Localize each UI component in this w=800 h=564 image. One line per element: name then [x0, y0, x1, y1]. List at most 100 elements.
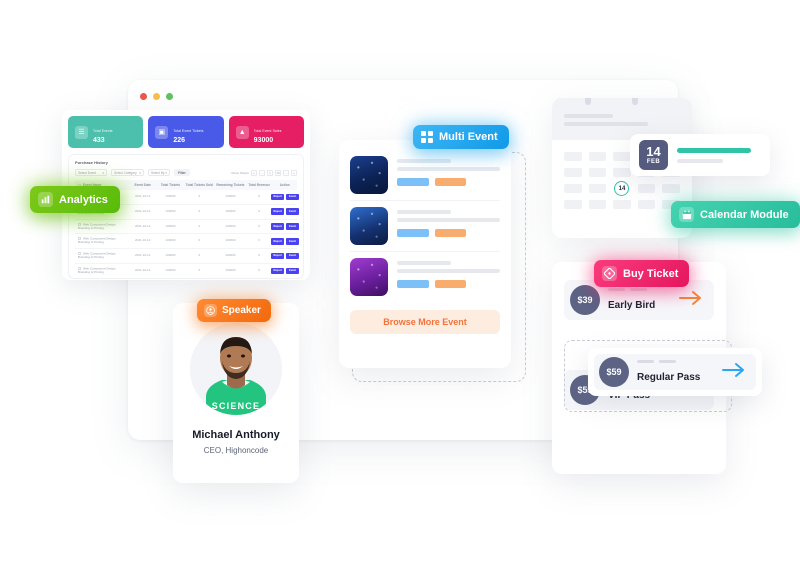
cell-total-tickets: 100000	[157, 219, 184, 235]
event-tags	[397, 280, 500, 288]
pager-prev-button[interactable]: ‹	[259, 169, 265, 176]
minimize-icon[interactable]	[153, 93, 160, 100]
column-header-revenue[interactable]: Total Revenue	[245, 180, 273, 190]
maximize-icon[interactable]	[166, 93, 173, 100]
cell-event-date: 2021-10-12	[128, 263, 158, 278]
calendar-day-cell[interactable]	[588, 152, 607, 161]
event-tag-secondary[interactable]	[435, 280, 466, 288]
filter-button[interactable]: Filter	[174, 169, 190, 176]
column-header-event-date[interactable]: Event Date	[128, 180, 158, 190]
calendar-event-lines	[677, 147, 761, 163]
pager-rows-value[interactable]: 10	[275, 169, 281, 176]
report-button[interactable]: Report	[270, 208, 285, 215]
event-title-placeholder	[397, 261, 451, 265]
stat-label: Total Event Tickets	[173, 128, 204, 133]
ticket-row-regular-pass[interactable]: $59 Regular Pass	[588, 348, 762, 396]
event-tag-primary[interactable]	[397, 229, 429, 237]
select-by-dropdown[interactable]: Select By ▾	[148, 169, 170, 176]
select-category-dropdown[interactable]: Select Category ▾	[111, 169, 144, 176]
calendar-day-cell[interactable]	[588, 168, 607, 177]
badge-multi-event[interactable]: Multi Event	[413, 125, 509, 149]
stat-card-total-tickets[interactable]: ▣ Total Event Tickets 226	[148, 116, 224, 148]
badge-label: Calendar Module	[700, 208, 789, 221]
stat-card-total-sales[interactable]: ▲ Total Event Sales 93000	[228, 116, 304, 148]
event-button[interactable]: Event	[286, 193, 299, 201]
arrow-right-icon[interactable]	[722, 362, 748, 383]
stat-card-total-events[interactable]: ☰ Total Events 433	[68, 116, 144, 148]
cell-revenue: 0	[245, 248, 273, 264]
calendar-day-cell[interactable]	[564, 168, 582, 177]
event-list-item[interactable]	[350, 200, 500, 251]
column-header-remaining[interactable]: Remaining Tickets	[214, 180, 246, 190]
table-row[interactable]: Web Component Design Branding & Printing…	[75, 219, 299, 235]
row-checkbox[interactable]	[78, 237, 81, 241]
calendar-day-cell[interactable]	[637, 200, 656, 209]
pager-page-button[interactable]: 1	[267, 169, 273, 176]
calendar-day-cell[interactable]	[564, 184, 582, 193]
event-list-item[interactable]	[350, 251, 500, 302]
column-header-tickets-sold[interactable]: Total Tickets Sold	[183, 180, 215, 190]
table-row[interactable]: Web Component Design Branding & Printing…	[75, 233, 299, 250]
event-button[interactable]: Event	[286, 208, 299, 215]
event-tag-primary[interactable]	[397, 178, 429, 186]
ticket-dashes	[608, 287, 671, 291]
calendar-day-cell[interactable]	[564, 152, 582, 161]
cell-event-date: 2021-10-12	[128, 204, 158, 220]
badge-analytics[interactable]: Analytics	[30, 186, 120, 213]
window-controls[interactable]	[140, 93, 173, 100]
calendar-event-row[interactable]: 14 FEB	[630, 134, 770, 176]
calendar-day-cell[interactable]	[588, 184, 607, 193]
badge-calendar-module[interactable]: Calendar Module	[671, 201, 800, 228]
calendar-day-cell[interactable]	[637, 184, 656, 193]
event-tag-primary[interactable]	[397, 280, 429, 288]
report-button[interactable]: Report	[270, 252, 285, 260]
rows-shown-label: Rows Shown	[231, 170, 249, 175]
report-button[interactable]: Report	[270, 223, 285, 230]
event-button[interactable]: Event	[286, 238, 299, 245]
pager-next-button[interactable]: ›	[283, 169, 289, 176]
table-pagination[interactable]: Rows Shown « ‹ 1 10 › »	[231, 169, 297, 176]
badge-speaker[interactable]: Speaker	[197, 299, 271, 322]
browse-more-event-button[interactable]: Browse More Event	[350, 310, 500, 334]
event-button[interactable]: Event	[286, 252, 299, 260]
event-tag-secondary[interactable]	[435, 178, 466, 186]
calendar-day-cell[interactable]	[613, 200, 631, 209]
event-tag-secondary[interactable]	[435, 229, 466, 237]
table-row[interactable]: Web Component Design Branding & Printing…	[75, 248, 299, 264]
row-checkbox[interactable]	[78, 252, 81, 256]
date-day: 14	[646, 144, 661, 159]
close-icon[interactable]	[140, 93, 147, 100]
calendar-day-cell[interactable]	[564, 200, 582, 209]
report-button[interactable]: Report	[270, 267, 285, 275]
date-month: FEB	[646, 159, 661, 165]
badge-buy-ticket[interactable]: Buy Ticket	[594, 260, 690, 287]
stat-value: 433	[93, 137, 105, 145]
column-header-total-tickets[interactable]: Total Tickets	[157, 180, 184, 190]
select-event-value: Select Event	[78, 170, 96, 175]
calendar-day-cell[interactable]	[613, 152, 631, 161]
cell-remaining-tickets: 100000	[214, 219, 246, 235]
calendar-day-cell[interactable]	[588, 200, 607, 209]
report-button[interactable]: Report	[270, 238, 285, 245]
cell-tickets-sold: 0	[183, 190, 215, 205]
table-row[interactable]: Web Component Design Branding & Printing…	[75, 263, 299, 278]
ticket-meta: Early Bird	[608, 287, 671, 313]
calendar-today-marker[interactable]: 14	[614, 181, 630, 196]
pager-first-button[interactable]: «	[251, 169, 257, 176]
event-tags	[397, 229, 500, 237]
cell-tickets-sold: 0	[183, 233, 215, 250]
event-button[interactable]: Event	[286, 267, 299, 275]
event-title-placeholder	[397, 159, 451, 163]
cell-actions: Report Event	[270, 204, 299, 220]
report-button[interactable]: Report	[270, 193, 285, 201]
pager-last-button[interactable]: »	[291, 169, 297, 176]
calendar-day-cell[interactable]	[613, 168, 631, 177]
event-button[interactable]: Event	[286, 223, 299, 230]
event-list-item[interactable]	[350, 150, 500, 200]
calendar-day-cell[interactable]	[662, 184, 680, 193]
row-checkbox[interactable]	[78, 266, 81, 270]
row-checkbox[interactable]	[78, 222, 81, 226]
select-event-dropdown[interactable]: Select Event ▾	[75, 169, 107, 176]
arrow-right-icon[interactable]	[679, 290, 705, 311]
select-category-value: Select Category	[114, 170, 137, 175]
